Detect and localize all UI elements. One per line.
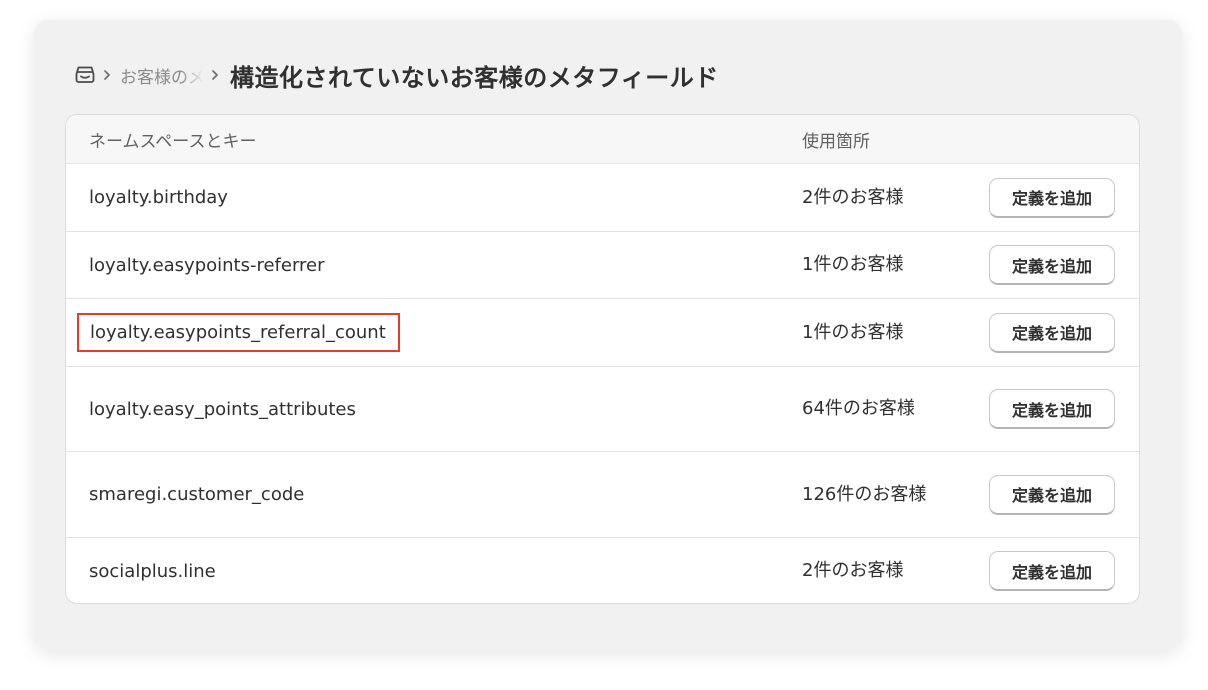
- add-definition-button[interactable]: 定義を追加: [989, 389, 1115, 429]
- breadcrumb-parent-link[interactable]: お客様のメタフィールド: [120, 63, 204, 88]
- metafield-usage: 1件のお客様: [802, 321, 904, 343]
- store-icon[interactable]: [74, 64, 96, 86]
- add-definition-button[interactable]: 定義を追加: [989, 312, 1115, 353]
- table-row: smaregi.customer_code 126件のお客様 定義を追加: [66, 452, 1139, 538]
- table-row: loyalty.birthday 2件のお客様 定義を追加: [66, 164, 1139, 232]
- metafield-usage: 126件のお客様: [802, 483, 927, 505]
- metafield-usage: 64件のお客様: [802, 398, 915, 419]
- add-definition-button[interactable]: 定義を追加: [989, 474, 1115, 515]
- metafields-table: ネームスペースとキー 使用箇所 loyalty.birthday 2件のお客様 …: [65, 114, 1140, 604]
- column-header-usage: 使用箇所: [802, 132, 870, 152]
- metafield-key: smaregi.customer_code: [89, 484, 305, 505]
- chevron-right-icon: [206, 66, 224, 84]
- table-row: socialplus.line 2件のお客様 定義を追加: [66, 538, 1139, 603]
- add-definition-button[interactable]: 定義を追加: [989, 177, 1115, 218]
- table-row: loyalty.easypoints_referral_count 1件のお客様…: [66, 299, 1139, 367]
- table-header: ネームスペースとキー 使用箇所: [66, 115, 1139, 164]
- table-row: loyalty.easypoints-referrer 1件のお客様 定義を追加: [66, 232, 1139, 299]
- breadcrumb: お客様のメタフィールド 構造化されていないお客様のメタフィールド: [74, 58, 719, 92]
- metafield-usage: 2件のお客様: [802, 186, 904, 208]
- column-header-key: ネームスペースとキー: [89, 132, 257, 152]
- add-definition-button[interactable]: 定義を追加: [989, 551, 1115, 591]
- metafield-key: loyalty.easy_points_attributes: [89, 398, 356, 420]
- metafield-usage: 1件のお客様: [802, 254, 904, 275]
- highlight-box: loyalty.easypoints_referral_count: [77, 313, 400, 352]
- chevron-right-icon: [98, 66, 116, 84]
- content-panel: お客様のメタフィールド 構造化されていないお客様のメタフィールド ネームスペース…: [34, 20, 1182, 650]
- metafield-key: loyalty.easypoints-referrer: [89, 254, 325, 276]
- add-definition-button[interactable]: 定義を追加: [989, 245, 1115, 285]
- table-row: loyalty.easy_points_attributes 64件のお客様 定…: [66, 367, 1139, 452]
- metafield-key: socialplus.line: [89, 560, 216, 582]
- metafield-key-highlighted: loyalty.easypoints_referral_count: [77, 299, 400, 366]
- page-title: 構造化されていないお客様のメタフィールド: [230, 63, 719, 92]
- metafield-usage: 2件のお客様: [802, 560, 904, 581]
- metafield-key: loyalty.birthday: [89, 187, 228, 208]
